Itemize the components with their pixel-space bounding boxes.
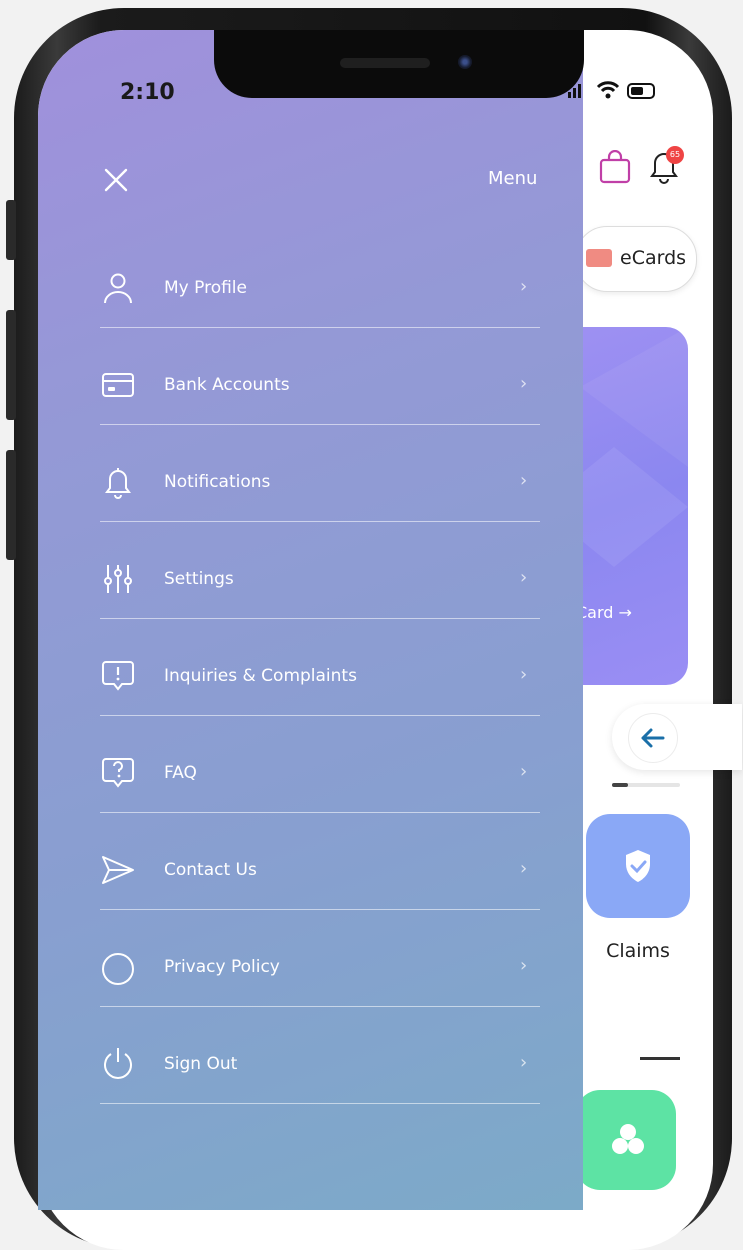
carousel-indicator — [612, 783, 628, 787]
menu-item-notifications[interactable]: Notifications › — [100, 464, 540, 561]
chevron-right-icon: › — [520, 373, 528, 394]
divider — [100, 909, 540, 910]
divider — [100, 715, 540, 716]
menu-item-sign-out[interactable]: Sign Out › — [100, 1046, 540, 1143]
bell-icon — [105, 468, 131, 499]
menu-item-bank-accounts[interactable]: Bank Accounts › — [100, 367, 540, 464]
close-icon[interactable] — [98, 162, 134, 198]
arrow-left-icon — [641, 728, 665, 748]
side-menu-drawer: 2:10 Menu My Profile › Bank Accounts › N… — [38, 30, 583, 1210]
user-icon — [104, 273, 132, 304]
menu-item-label: Contact Us — [164, 860, 257, 880]
question-bubble-icon — [102, 758, 134, 788]
section-divider — [640, 1057, 680, 1060]
send-icon — [102, 856, 134, 884]
chevron-right-icon: › — [520, 1052, 528, 1073]
notification-badge: 65 — [666, 146, 684, 164]
menu-item-faq[interactable]: FAQ › — [100, 755, 540, 852]
menu-item-my-profile[interactable]: My Profile › — [100, 270, 540, 367]
menu-title: Menu — [488, 168, 538, 189]
chevron-right-icon: › — [520, 664, 528, 685]
power-icon — [104, 1048, 132, 1079]
menu-item-label: Bank Accounts — [164, 375, 290, 395]
menu-item-label: My Profile — [164, 278, 247, 298]
divider — [100, 424, 540, 425]
chevron-right-icon: › — [520, 955, 528, 976]
divider — [100, 1006, 540, 1007]
circle-icon — [102, 953, 134, 985]
id-card-icon — [586, 249, 612, 267]
divider — [100, 812, 540, 813]
status-bar-icons — [568, 81, 655, 99]
menu-item-label: Privacy Policy — [164, 957, 280, 977]
divider — [100, 521, 540, 522]
menu-item-contact-us[interactable]: Contact Us › — [100, 852, 540, 949]
chevron-right-icon: › — [520, 567, 528, 588]
menu-item-label: Notifications — [164, 472, 271, 492]
menu-item-inquiries-complaints[interactable]: Inquiries & Complaints › — [100, 658, 540, 755]
sliders-icon — [104, 565, 132, 593]
divider — [100, 1103, 540, 1104]
phone-speaker — [340, 58, 430, 68]
front-camera — [458, 55, 472, 69]
ecards-label: eCards — [620, 247, 687, 269]
status-time: 2:10 — [120, 80, 175, 105]
claims-tile[interactable] — [586, 814, 690, 918]
shopping-bag-icon[interactable] — [598, 150, 632, 184]
exclamation-bubble-icon — [102, 661, 134, 691]
card-link-text: Card → — [576, 603, 632, 622]
chevron-right-icon: › — [520, 470, 528, 491]
arrow-circle — [628, 713, 678, 763]
pills-icon — [612, 1124, 644, 1154]
chevron-right-icon: › — [520, 761, 528, 782]
ecards-button[interactable]: eCards — [575, 226, 697, 292]
menu-item-label: FAQ — [164, 763, 197, 783]
menu-item-label: Sign Out — [164, 1054, 238, 1074]
menu-item-privacy-policy[interactable]: Privacy Policy › — [100, 949, 540, 1046]
menu-item-settings[interactable]: Settings › — [100, 561, 540, 658]
chevron-right-icon: › — [520, 858, 528, 879]
claims-label: Claims — [606, 940, 670, 962]
shield-check-icon — [626, 850, 650, 882]
pills-tile[interactable] — [576, 1090, 676, 1190]
menu-item-label: Settings — [164, 569, 234, 589]
bank-card-icon — [102, 373, 134, 397]
divider — [100, 618, 540, 619]
back-arrow-button[interactable] — [612, 704, 742, 770]
phone-frame: 65 eCards Card → Claims 2:10 Menu My Pro… — [0, 0, 743, 1250]
menu-item-label: Inquiries & Complaints — [164, 666, 357, 686]
chevron-right-icon: › — [520, 276, 528, 297]
divider — [100, 327, 540, 328]
